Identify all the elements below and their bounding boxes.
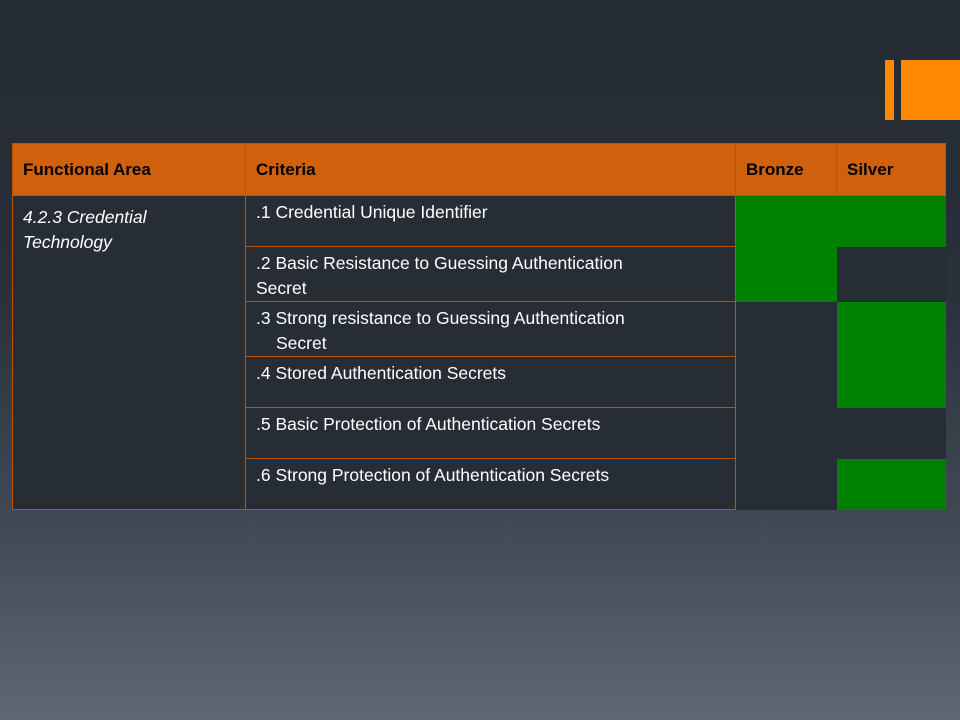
criteria-line1: .1 Credential Unique Identifier [256, 202, 488, 222]
silver-cell [836, 301, 946, 357]
criteria-cell: .3 Strong resistance to Guessing Authent… [245, 301, 736, 357]
bronze-cell [735, 407, 837, 459]
criteria-cell: .1 Credential Unique Identifier [245, 195, 736, 247]
table-row: 4.2.3 Credential Technology .1 Credentia… [12, 195, 946, 510]
criteria-line2: Secret [276, 333, 327, 353]
accent-bar-thick [901, 60, 960, 120]
criteria-line1: .3 Strong resistance to Guessing Authent… [256, 308, 625, 328]
header-row: Functional Area Criteria Bronze Silver [12, 143, 946, 196]
header-functional-area: Functional Area [12, 143, 246, 196]
accent-bar-thin [885, 60, 894, 120]
criteria-cell: .2 Basic Resistance to Guessing Authenti… [245, 246, 736, 302]
criteria-line1: .6 Strong Protection of Authentication S… [256, 465, 610, 485]
header-criteria: Criteria [245, 143, 736, 196]
bronze-cell [735, 246, 837, 302]
criteria-cell: .5 Basic Protection of Authentication Se… [245, 407, 736, 459]
bronze-cell [735, 458, 837, 510]
silver-cell [836, 458, 946, 510]
bronze-cell [735, 301, 837, 357]
criteria-line2: Secret [256, 278, 307, 298]
silver-cell [836, 246, 946, 302]
header-bronze: Bronze [735, 143, 837, 196]
criteria-cell: .4 Stored Authentication Secrets [245, 356, 736, 408]
criteria-line1: .2 Basic Resistance to Guessing Authenti… [256, 253, 623, 273]
criteria-table: Functional Area Criteria Bronze Silver 4… [12, 143, 946, 510]
header-silver: Silver [836, 143, 946, 196]
functional-area-cell: 4.2.3 Credential Technology [12, 195, 246, 510]
criteria-cell: .6 Strong Protection of Authentication S… [245, 458, 736, 510]
bronze-cell [735, 195, 837, 247]
silver-cell [836, 407, 946, 459]
criteria-line1: .4 Stored Authentication Secrets [256, 363, 507, 383]
bronze-cell [735, 356, 837, 408]
silver-cell [836, 356, 946, 408]
silver-cell [836, 195, 946, 247]
criteria-line1: .5 Basic Protection of Authentication Se… [256, 414, 601, 434]
